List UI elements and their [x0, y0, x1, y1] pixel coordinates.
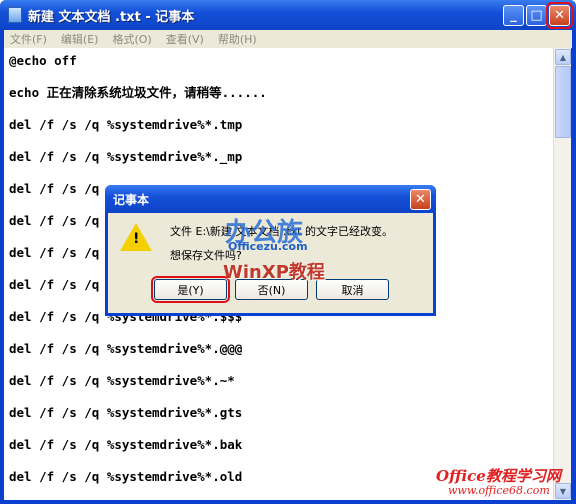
menu-file[interactable]: 文件(F) — [10, 31, 47, 47]
text-line: del /f /s /q %systemdrive%*._mp — [9, 149, 243, 164]
minimize-button[interactable]: _ — [503, 4, 524, 26]
notepad-icon — [8, 7, 22, 23]
title-bar: 新建 文本文档 .txt - 记事本 _ □ ✕ — [0, 0, 576, 30]
text-line: @echo off — [9, 53, 77, 68]
close-button[interactable]: ✕ — [546, 1, 573, 29]
menu-edit[interactable]: 编辑(E) — [61, 31, 99, 47]
menu-help[interactable]: 帮助(H) — [218, 31, 257, 47]
warning-icon: ! — [120, 223, 152, 251]
text-line: del /f /s /q %systemdrive%*.gts — [9, 405, 243, 420]
maximize-button[interactable]: □ — [526, 4, 547, 26]
scroll-thumb[interactable] — [555, 66, 571, 138]
yes-button[interactable]: 是(Y) — [151, 276, 230, 303]
menu-bar: 文件(F) 编辑(E) 格式(O) 查看(V) 帮助(H) — [4, 30, 572, 48]
dialog-title-bar: 记事本 ✕ — [105, 185, 436, 213]
window-title: 新建 文本文档 .txt - 记事本 — [28, 9, 195, 25]
watermark-tagline: WinXP教程 — [223, 262, 325, 283]
watermark-corner: Office教程学习网 — [436, 467, 561, 485]
vertical-scrollbar[interactable]: ▲ ▼ — [553, 48, 571, 500]
text-line: del /f /s /q %systemdrive%*.bak — [9, 437, 243, 452]
cancel-button[interactable]: 取消 — [316, 279, 389, 300]
watermark-corner-url: www.office68.com — [448, 484, 550, 497]
dialog-title: 记事本 — [113, 192, 150, 207]
text-line: del /f /s /q %systemdrive%*.@@@ — [9, 341, 243, 356]
text-line: echo 正在清除系统垃圾文件，请稍等...... — [9, 85, 267, 100]
dialog-close-button[interactable]: ✕ — [410, 188, 431, 210]
scroll-up-icon[interactable]: ▲ — [555, 49, 571, 65]
menu-format[interactable]: 格式(O) — [112, 31, 151, 47]
watermark-site: Officezu.com — [228, 240, 308, 253]
text-line: del /f /s /q %systemdrive%*.tmp — [9, 117, 243, 132]
menu-view[interactable]: 查看(V) — [166, 31, 204, 47]
text-line: del /f /s /q %systemdrive%*.~* — [9, 373, 235, 388]
